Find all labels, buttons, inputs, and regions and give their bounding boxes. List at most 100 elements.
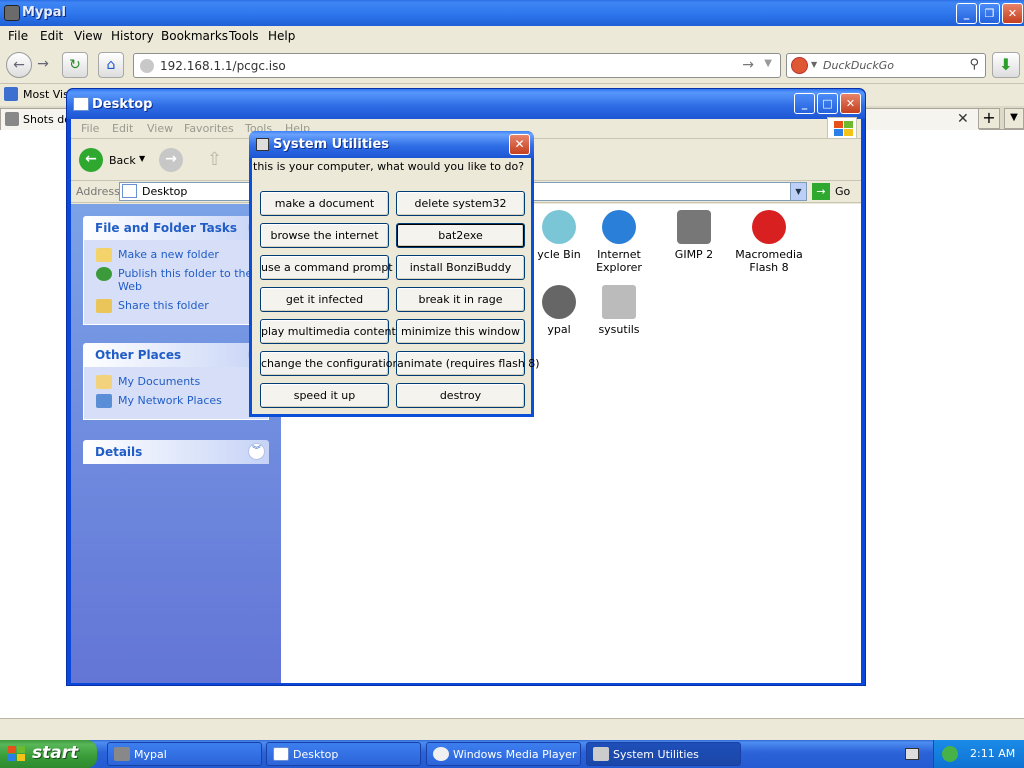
install-bonzibuddy-button[interactable]: install BonziBuddy	[396, 255, 525, 280]
restore-button[interactable]: ❐	[979, 3, 1000, 24]
clock[interactable]: 2:11 AM	[970, 747, 1015, 760]
explorer-menu-file[interactable]: File	[81, 122, 99, 135]
search-placeholder: DuckDuckGo	[823, 59, 894, 72]
sysutils-desktop-icon[interactable]: sysutils	[581, 285, 657, 336]
taskbar-label: Windows Media Player	[453, 748, 577, 761]
address-dropdown-icon[interactable]: ▼	[790, 183, 806, 200]
minimize-button[interactable]: _	[956, 3, 977, 24]
task-publish-folder[interactable]: Publish this folder to the Web	[96, 267, 262, 293]
bat2exe-button[interactable]: bat2exe	[396, 223, 525, 248]
home-icon[interactable]: ⌂	[98, 52, 124, 78]
search-icon[interactable]: ⚲	[969, 57, 979, 72]
task-label: Publish this folder to the Web	[118, 267, 253, 293]
menu-file[interactable]: File	[8, 29, 28, 43]
change-configuration-button[interactable]: change the configuration	[260, 351, 400, 376]
place-my-network-places[interactable]: My Network Places	[96, 394, 262, 408]
explorer-menu-edit[interactable]: Edit	[112, 122, 133, 135]
tab-label: Shots do	[23, 113, 71, 126]
menu-edit[interactable]: Edit	[40, 29, 63, 43]
back-arrow-icon[interactable]: ←	[6, 52, 32, 78]
delete-system32-button[interactable]: delete system32	[396, 191, 525, 216]
windows-flag-icon	[8, 746, 26, 762]
search-engine-dropdown-icon[interactable]: ▼	[811, 60, 817, 69]
gimp-desktop-icon[interactable]: GIMP 2	[656, 210, 732, 261]
file-folder-tasks-header[interactable]: File and Folder Tasks ︽	[83, 216, 269, 240]
other-places-title: Other Places	[95, 348, 182, 362]
speed-up-button[interactable]: speed it up	[260, 383, 389, 408]
animate-button[interactable]: animate (requires flash 8)	[396, 351, 540, 376]
expand-chevron-icon[interactable]: ︾	[248, 443, 265, 460]
mypal-icon	[4, 5, 20, 21]
flash-desktop-icon[interactable]: Macromedia Flash 8	[731, 210, 807, 274]
windows-logo-icon	[827, 117, 857, 139]
url-bar[interactable]: 192.168.1.1/pcgc.iso → ▼	[133, 53, 781, 78]
menu-help[interactable]: Help	[268, 29, 295, 43]
file-folder-tasks-panel: File and Folder Tasks ︽ Make a new folde…	[83, 216, 269, 325]
forward-arrow-icon[interactable]: →	[32, 52, 54, 78]
icon-label: GIMP 2	[674, 248, 714, 261]
start-button[interactable]: start	[0, 740, 97, 768]
explorer-forward-icon[interactable]: →	[159, 148, 183, 172]
details-title: Details	[95, 445, 143, 459]
url-dropdown-icon[interactable]: ▼	[764, 58, 772, 69]
taskbar-item-windows-media-player[interactable]: Windows Media Player	[426, 742, 581, 766]
tab-list-button[interactable]: ▼	[1004, 108, 1024, 129]
go-icon[interactable]: →	[812, 183, 830, 200]
tab-close-icon[interactable]: ✕	[957, 111, 969, 127]
address-value: Desktop	[142, 185, 188, 198]
explorer-menu-view[interactable]: View	[147, 122, 173, 135]
back-dropdown-icon[interactable]: ▼	[139, 154, 145, 163]
bookmark-most-visited[interactable]: Most Visi	[23, 88, 72, 101]
place-label: My Network Places	[118, 394, 222, 407]
browser-title-bar: Mypal _ ❐ ✕	[0, 0, 1024, 26]
explorer-maximize-button[interactable]: □	[817, 93, 838, 114]
task-share-folder[interactable]: Share this folder	[96, 299, 262, 313]
explorer-menu-favorites[interactable]: Favorites	[184, 122, 234, 135]
icon-label: Macromedia Flash 8	[735, 248, 803, 274]
explorer-minimize-button[interactable]: _	[794, 93, 815, 114]
download-icon[interactable]: ⬇	[992, 52, 1020, 78]
media-player-icon	[433, 747, 449, 761]
command-prompt-button[interactable]: use a command prompt	[260, 255, 393, 280]
other-places-header[interactable]: Other Places ︽	[83, 343, 269, 367]
make-document-button[interactable]: make a document	[260, 191, 389, 216]
menu-view[interactable]: View	[74, 29, 102, 43]
dialog-close-button[interactable]: ✕	[509, 134, 530, 155]
folder-up-icon[interactable]: ⇧	[207, 149, 229, 171]
play-multimedia-button[interactable]: play multimedia content	[260, 319, 396, 344]
search-input[interactable]: ▼ DuckDuckGo ⚲	[786, 53, 986, 78]
destroy-button[interactable]: destroy	[396, 383, 525, 408]
break-in-rage-button[interactable]: break it in rage	[396, 287, 525, 312]
place-label: My Documents	[118, 375, 201, 388]
taskbar-item-mypal[interactable]: Mypal	[107, 742, 262, 766]
close-button[interactable]: ✕	[1002, 3, 1023, 24]
duckduckgo-icon[interactable]	[791, 57, 808, 74]
explorer-close-button[interactable]: ✕	[840, 93, 861, 114]
go-button[interactable]: Go	[835, 185, 850, 198]
tab-favicon	[5, 112, 19, 126]
browse-internet-button[interactable]: browse the internet	[260, 223, 389, 248]
explorer-back-label[interactable]: Back	[109, 154, 136, 167]
details-header[interactable]: Details ︾	[83, 440, 269, 464]
taskbar-item-desktop[interactable]: Desktop	[266, 742, 421, 766]
keyboard-icon[interactable]	[905, 748, 919, 760]
go-arrow-icon[interactable]: →	[742, 57, 754, 73]
taskbar-label: Desktop	[293, 748, 339, 761]
explorer-back-icon[interactable]: ←	[79, 148, 103, 172]
menu-bookmarks[interactable]: Bookmarks	[161, 29, 228, 43]
menu-history[interactable]: History	[111, 29, 154, 43]
reload-icon[interactable]: ↻	[62, 52, 88, 78]
place-my-documents[interactable]: My Documents	[96, 375, 262, 389]
taskbar-label: System Utilities	[613, 748, 699, 761]
browser-menubar: File Edit View History Bookmarks Tools H…	[0, 26, 1024, 46]
new-tab-button[interactable]: +	[978, 108, 1000, 129]
network-tray-icon[interactable]	[942, 746, 958, 762]
internet-explorer-desktop-icon[interactable]: Internet Explorer	[581, 210, 657, 274]
taskbar-label: Mypal	[134, 748, 167, 761]
icon-label: Internet Explorer	[596, 248, 642, 274]
taskbar-item-system-utilities[interactable]: System Utilities	[586, 742, 741, 766]
minimize-window-button[interactable]: minimize this window	[396, 319, 525, 344]
task-make-new-folder[interactable]: Make a new folder	[96, 248, 262, 262]
get-infected-button[interactable]: get it infected	[260, 287, 389, 312]
menu-tools[interactable]: Tools	[229, 29, 259, 43]
